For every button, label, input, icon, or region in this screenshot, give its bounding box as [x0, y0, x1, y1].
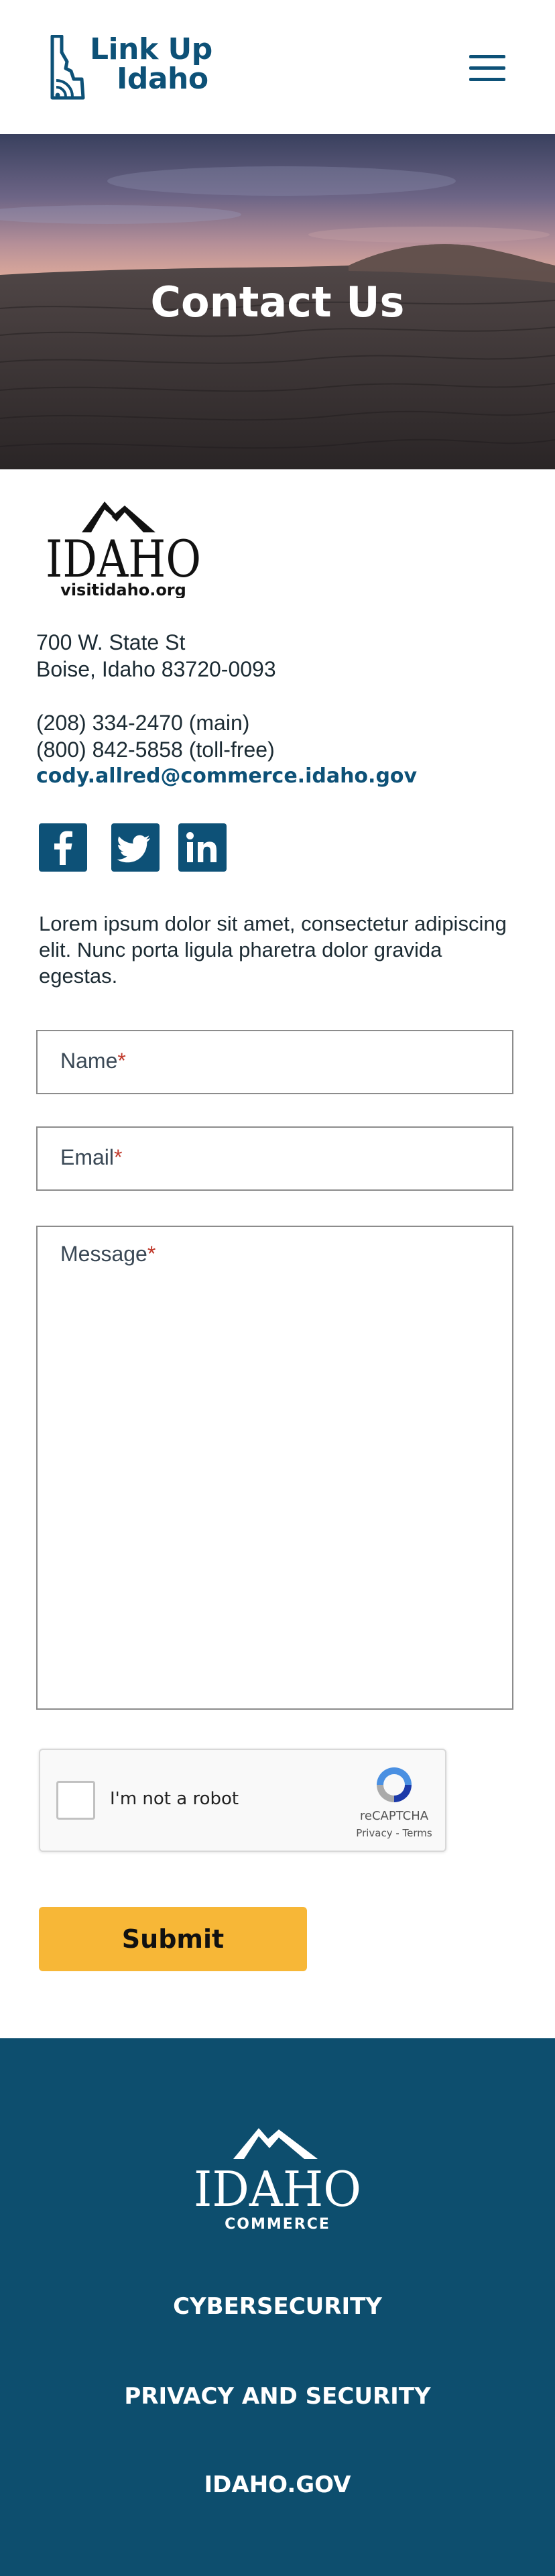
phone-tollfree[interactable]: (800) 842-5858 (toll-free) — [36, 736, 275, 763]
phone-main[interactable]: (208) 334-2470 (main) — [36, 709, 275, 736]
svg-text:IDAHO: IDAHO — [194, 2161, 361, 2217]
mountain-logo-icon: IDAHO COMMERCE — [194, 2128, 361, 2233]
message-placeholder: Message* — [60, 1242, 156, 1266]
site-header: Link Up Idaho — [0, 0, 555, 134]
captcha-label: I'm not a robot — [110, 1789, 239, 1809]
mountain-logo-icon: IDAHO visitidaho.org — [46, 502, 201, 599]
svg-text:COMMERCE: COMMERCE — [225, 2216, 330, 2233]
footer-link-idaho-gov[interactable]: IDAHO.GOV — [0, 2470, 555, 2500]
address: 700 W. State St Boise, Idaho 83720-0093 — [36, 629, 276, 683]
captcha-brand: reCAPTCHA — [359, 1809, 429, 1823]
linkedin-icon[interactable] — [178, 823, 227, 872]
svg-text:visitidaho.org: visitidaho.org — [60, 581, 186, 598]
recaptcha-widget: I'm not a robot reCAPTCHA Privacy - Term… — [39, 1749, 446, 1852]
message-field[interactable]: Message* — [36, 1226, 513, 1710]
recaptcha-icon — [377, 1767, 412, 1802]
name-placeholder: Name* — [60, 1049, 126, 1073]
required-mark: * — [117, 1049, 126, 1073]
footer-link-cybersecurity[interactable]: CYBERSECURITY — [0, 2292, 555, 2321]
email-placeholder: Email* — [60, 1145, 123, 1169]
idaho-state-icon — [50, 35, 85, 100]
facebook-icon[interactable] — [39, 823, 87, 872]
logo-wordmark: Link Up Idaho — [90, 35, 212, 94]
address-line-1: 700 W. State St — [36, 630, 186, 654]
required-mark: * — [147, 1242, 156, 1266]
email-field[interactable]: Email* — [36, 1126, 513, 1191]
twitter-icon[interactable] — [111, 823, 160, 872]
required-mark: * — [114, 1145, 123, 1169]
logo-line-2: Idaho — [117, 62, 208, 96]
footer-link-privacy-security[interactable]: PRIVACY AND SECURITY — [0, 2382, 555, 2411]
hero-banner: Contact Us — [0, 134, 555, 469]
intro-text: Lorem ipsum dolor sit amet, consectetur … — [39, 912, 507, 988]
captcha-checkbox[interactable] — [56, 1781, 95, 1820]
recaptcha-branding: reCAPTCHA Privacy - Terms — [354, 1763, 434, 1839]
email-link[interactable]: cody.allred@commerce.idaho.gov — [36, 763, 417, 790]
hamburger-menu-icon[interactable] — [468, 55, 508, 82]
captcha-privacy-terms-link[interactable]: Privacy - Terms — [354, 1827, 434, 1839]
visit-idaho-logo: IDAHO visitidaho.org — [43, 497, 204, 599]
svg-text:IDAHO: IDAHO — [46, 529, 201, 589]
submit-button[interactable]: Submit — [39, 1907, 307, 1971]
idaho-commerce-logo[interactable]: IDAHO COMMERCE — [189, 2124, 366, 2238]
name-field[interactable]: Name* — [36, 1030, 513, 1094]
page-title: Contact Us — [150, 278, 405, 327]
site-footer: IDAHO COMMERCE CYBERSECURITY PRIVACY AND… — [0, 2038, 555, 2576]
address-line-2: Boise, Idaho 83720-0093 — [36, 657, 276, 681]
logo-line-1: Link Up — [90, 32, 212, 66]
phone-numbers: (208) 334-2470 (main) (800) 842-5858 (to… — [36, 709, 275, 763]
site-logo[interactable]: Link Up Idaho — [48, 35, 212, 101]
